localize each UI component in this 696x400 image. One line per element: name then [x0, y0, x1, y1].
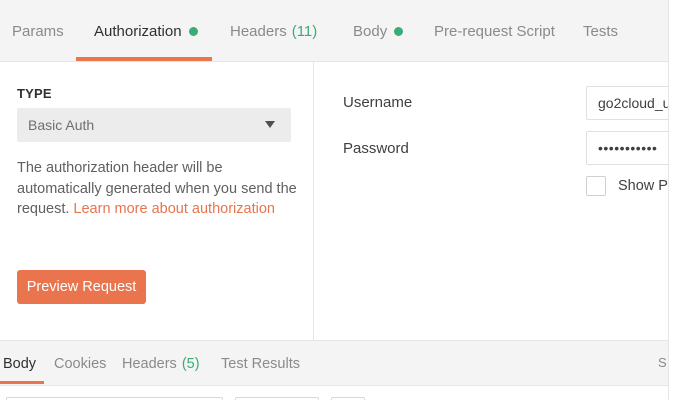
response-status-text: S — [658, 355, 667, 370]
app-frame: Params Authorization Headers (11) Body P… — [0, 0, 696, 400]
chevron-down-icon — [265, 121, 275, 128]
tab-tests-label: Tests — [583, 22, 619, 40]
tab-headers-label: Headers — [230, 22, 287, 40]
auth-type-value: Basic Auth — [28, 117, 95, 133]
tab-params-label: Params — [12, 22, 64, 40]
tab-authorization[interactable]: Authorization — [94, 0, 198, 62]
authorization-status-dot-icon — [188, 26, 198, 36]
type-label: TYPE — [17, 86, 52, 101]
username-field[interactable]: go2cloud_u — [586, 86, 676, 120]
response-tab-cookies-label: Cookies — [54, 356, 107, 372]
request-tab-bar: Params Authorization Headers (11) Body P… — [0, 0, 668, 62]
username-value: go2cloud_u — [598, 95, 671, 111]
viewport-edge — [668, 0, 696, 400]
auth-type-panel: TYPE Basic Auth The authorization header… — [0, 62, 314, 340]
username-label: Username — [343, 94, 413, 111]
auth-description: The authorization header will be automat… — [17, 158, 297, 220]
tab-params[interactable]: Params — [12, 0, 64, 62]
tab-headers-count: (11) — [291, 22, 318, 40]
response-tab-headers[interactable]: Headers (5) — [122, 341, 200, 387]
tab-pre-request-script-label: Pre-request Script — [434, 22, 555, 40]
tab-body[interactable]: Body — [353, 0, 404, 62]
preview-request-button[interactable]: Preview Request — [17, 270, 146, 304]
response-tab-test-results-label: Test Results — [221, 356, 300, 372]
response-tab-body-label: Body — [3, 356, 37, 372]
response-tab-test-results[interactable]: Test Results — [221, 341, 300, 387]
response-tab-bar: Body Cookies Headers (5) Test Results — [0, 340, 668, 386]
password-value: ••••••••••• — [598, 140, 658, 156]
response-tab-cookies[interactable]: Cookies — [54, 341, 106, 387]
password-label: Password — [343, 140, 409, 157]
body-status-dot-icon — [394, 26, 404, 36]
show-password-checkbox[interactable] — [586, 176, 606, 196]
response-active-tab-indicator — [0, 381, 44, 384]
credentials-panel: Username go2cloud_u Password •••••••••••… — [315, 62, 676, 340]
tab-pre-request-script[interactable]: Pre-request Script — [434, 0, 555, 62]
password-field[interactable]: ••••••••••• — [586, 131, 676, 165]
tab-authorization-label: Authorization — [94, 22, 182, 40]
response-tab-headers-label: Headers — [122, 356, 177, 372]
auth-type-select[interactable]: Basic Auth — [17, 108, 291, 142]
tab-body-label: Body — [353, 22, 388, 40]
active-tab-indicator — [76, 57, 212, 61]
learn-more-link[interactable]: Learn more about authorization — [73, 201, 275, 217]
tab-tests[interactable]: Tests — [583, 0, 618, 62]
response-tab-headers-count: (5) — [181, 356, 200, 372]
tab-headers[interactable]: Headers (11) — [230, 0, 317, 62]
